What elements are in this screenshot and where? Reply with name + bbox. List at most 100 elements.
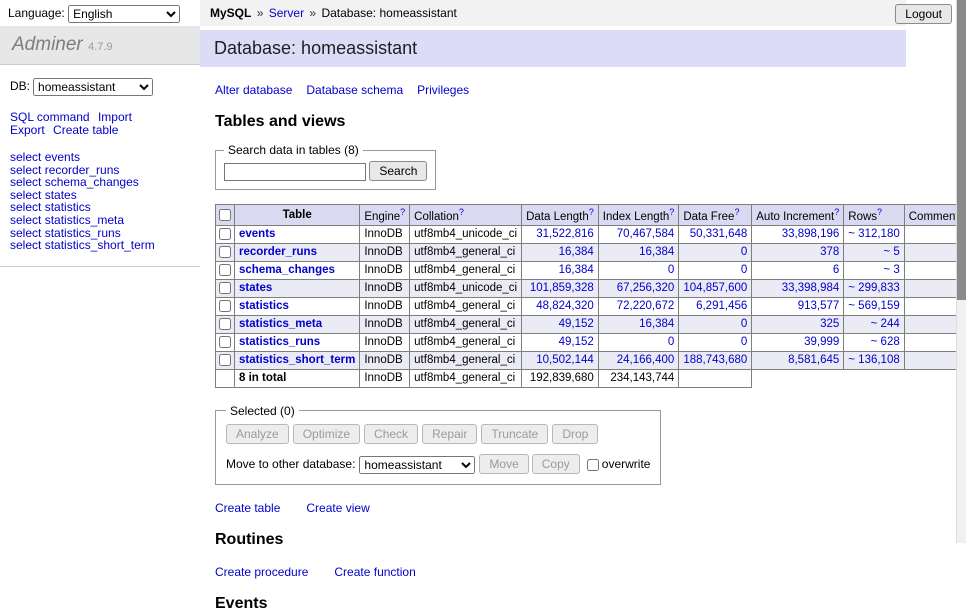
copy-button[interactable]: Copy xyxy=(532,454,580,474)
data-length-link[interactable]: 31,522,816 xyxy=(536,228,594,240)
auto-increment-link[interactable]: 33,398,984 xyxy=(782,282,840,294)
routine-link-create-function[interactable]: Create function xyxy=(334,565,415,579)
column-header-data-free[interactable]: Data Free? xyxy=(679,205,752,226)
overwrite-label[interactable]: overwrite xyxy=(602,457,651,471)
table-link[interactable]: statistics_runs xyxy=(239,336,320,348)
help-link[interactable]: ? xyxy=(734,207,739,217)
sidebar-table-link-statistics-short-term[interactable]: statistics_short_term xyxy=(45,238,155,252)
table-link[interactable]: statistics xyxy=(239,300,289,312)
index-length-link[interactable]: 16,384 xyxy=(639,318,674,330)
data-length-link[interactable]: 16,384 xyxy=(559,264,594,276)
row-checkbox[interactable] xyxy=(219,282,231,294)
index-length-link[interactable]: 16,384 xyxy=(639,246,674,258)
db-select[interactable]: homeassistant xyxy=(33,78,153,96)
column-header-collation[interactable]: Collation? xyxy=(410,205,522,226)
create-link-create-view[interactable]: Create view xyxy=(306,501,369,515)
check-button[interactable]: Check xyxy=(364,424,418,444)
index-length-link[interactable]: 72,220,672 xyxy=(617,300,675,312)
create-link-create-table[interactable]: Create table xyxy=(215,501,280,515)
row-checkbox[interactable] xyxy=(219,318,231,330)
help-link[interactable]: ? xyxy=(834,207,839,217)
rows-link[interactable]: ~ 3 xyxy=(883,264,899,276)
table-link[interactable]: states xyxy=(239,282,272,294)
index-length-link[interactable]: 67,256,320 xyxy=(617,282,675,294)
row-checkbox[interactable] xyxy=(219,354,231,366)
row-checkbox[interactable] xyxy=(219,246,231,258)
routine-link-create-procedure[interactable]: Create procedure xyxy=(215,565,308,579)
column-header-data-length[interactable]: Data Length? xyxy=(522,205,599,226)
analyze-button[interactable]: Analyze xyxy=(226,424,289,444)
row-checkbox[interactable] xyxy=(219,228,231,240)
index-length-link[interactable]: 0 xyxy=(668,264,674,276)
auto-increment-link[interactable]: 33,898,196 xyxy=(782,228,840,240)
data-free-link[interactable]: 188,743,680 xyxy=(683,354,747,366)
select-table-link[interactable]: select xyxy=(10,238,41,252)
truncate-button[interactable]: Truncate xyxy=(481,424,548,444)
row-checkbox[interactable] xyxy=(219,300,231,312)
auto-increment-link[interactable]: 325 xyxy=(820,318,839,330)
help-link[interactable]: ? xyxy=(589,207,594,217)
table-link[interactable]: statistics_short_term xyxy=(239,354,355,366)
data-length-link[interactable]: 48,824,320 xyxy=(536,300,594,312)
data-length-link[interactable]: 16,384 xyxy=(559,246,594,258)
column-header-index-length[interactable]: Index Length? xyxy=(598,205,679,226)
data-length-link[interactable]: 49,152 xyxy=(559,336,594,348)
db-nav-link-database-schema[interactable]: Database schema xyxy=(306,83,403,97)
help-link[interactable]: ? xyxy=(459,207,464,217)
index-length-link[interactable]: 24,166,400 xyxy=(617,354,675,366)
index-length-link[interactable]: 70,467,584 xyxy=(617,228,675,240)
data-length-link[interactable]: 49,152 xyxy=(559,318,594,330)
scrollbar-thumb[interactable] xyxy=(957,0,966,300)
auto-increment-link[interactable]: 378 xyxy=(820,246,839,258)
column-header-table[interactable]: Table xyxy=(235,205,360,226)
data-free-link[interactable]: 0 xyxy=(741,336,747,348)
sidebar-action-export[interactable]: Export xyxy=(10,123,45,137)
data-free-link[interactable]: 0 xyxy=(741,246,747,258)
help-link[interactable]: ? xyxy=(877,207,882,217)
data-length-link[interactable]: 10,502,144 xyxy=(536,354,594,366)
scrollbar[interactable] xyxy=(956,0,966,543)
table-link[interactable]: events xyxy=(239,228,275,240)
auto-increment-link[interactable]: 913,577 xyxy=(798,300,840,312)
data-free-link[interactable]: 50,331,648 xyxy=(690,228,748,240)
sidebar-action-import[interactable]: Import xyxy=(98,110,132,124)
data-free-link[interactable]: 104,857,600 xyxy=(683,282,747,294)
row-checkbox[interactable] xyxy=(219,264,231,276)
rows-link[interactable]: ~ 569,159 xyxy=(848,300,899,312)
language-select[interactable]: English xyxy=(68,5,180,23)
data-free-link[interactable]: 6,291,456 xyxy=(696,300,747,312)
sidebar-action-create-table[interactable]: Create table xyxy=(53,123,118,137)
auto-increment-link[interactable]: 8,581,645 xyxy=(788,354,839,366)
column-header-rows[interactable]: Rows? xyxy=(844,205,904,226)
rows-link[interactable]: ~ 244 xyxy=(871,318,900,330)
search-input[interactable] xyxy=(224,163,366,181)
select-all-checkbox[interactable] xyxy=(219,209,231,221)
help-link[interactable]: ? xyxy=(400,207,405,217)
auto-increment-link[interactable]: 6 xyxy=(833,264,839,276)
auto-increment-link[interactable]: 39,999 xyxy=(804,336,839,348)
column-header-engine[interactable]: Engine? xyxy=(360,205,410,226)
move-db-select[interactable]: homeassistant xyxy=(359,456,475,474)
move-button[interactable]: Move xyxy=(479,454,528,474)
help-link[interactable]: ? xyxy=(669,207,674,217)
rows-link[interactable]: ~ 5 xyxy=(883,246,899,258)
rows-link[interactable]: ~ 628 xyxy=(871,336,900,348)
db-nav-link-alter-database[interactable]: Alter database xyxy=(215,83,292,97)
table-link[interactable]: recorder_runs xyxy=(239,246,317,258)
rows-link[interactable]: ~ 136,108 xyxy=(848,354,899,366)
table-link[interactable]: schema_changes xyxy=(239,264,335,276)
data-free-link[interactable]: 0 xyxy=(741,318,747,330)
repair-button[interactable]: Repair xyxy=(422,424,477,444)
rows-link[interactable]: ~ 312,180 xyxy=(848,228,899,240)
table-link[interactable]: statistics_meta xyxy=(239,318,322,330)
data-free-link[interactable]: 0 xyxy=(741,264,747,276)
adminer-logo[interactable]: Adminer xyxy=(12,34,83,55)
data-length-link[interactable]: 101,859,328 xyxy=(530,282,594,294)
row-checkbox[interactable] xyxy=(219,336,231,348)
column-header-auto-increment[interactable]: Auto Increment? xyxy=(752,205,844,226)
logout-button[interactable]: Logout xyxy=(895,4,952,24)
rows-link[interactable]: ~ 299,833 xyxy=(848,282,899,294)
sidebar-action-sql-command[interactable]: SQL command xyxy=(10,110,90,124)
breadcrumb-server-link[interactable]: Server xyxy=(269,6,304,20)
overwrite-checkbox[interactable] xyxy=(587,459,599,471)
